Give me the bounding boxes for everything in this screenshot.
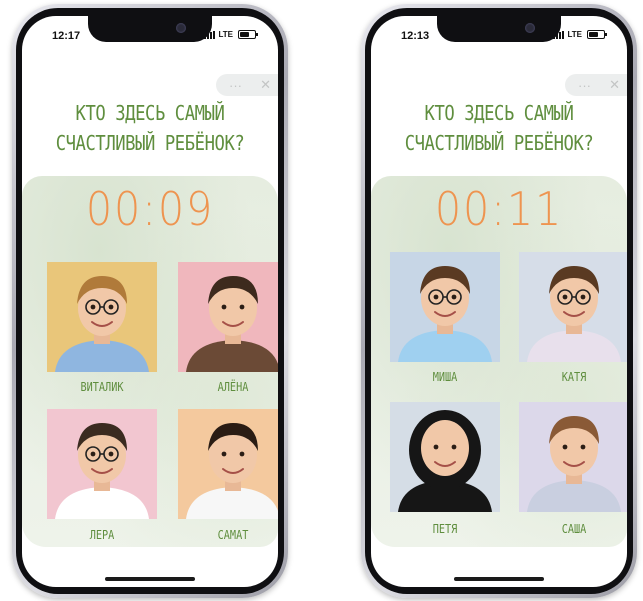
child-eye-right (108, 451, 114, 457)
status-time: 12:17 (52, 30, 81, 42)
phone-frame-left: 12:17 LTE ··· ✕ Кто здесь самый счастлив… (12, 4, 288, 598)
status-time: 12:13 (401, 30, 430, 42)
phone-screen: 12:17 LTE ··· ✕ Кто здесь самый счастлив… (22, 16, 278, 587)
child-eye-left (562, 444, 568, 450)
notch (437, 16, 561, 42)
child-name: Самат (217, 528, 249, 542)
child-name: Виталик (80, 380, 124, 394)
network-label: LTE (567, 30, 582, 39)
battery-icon (587, 30, 607, 39)
child-photo-card[interactable] (178, 409, 278, 519)
child-photo-card[interactable] (178, 262, 278, 372)
child-portrait (178, 262, 278, 372)
child-photo-card[interactable] (47, 262, 157, 372)
child-portrait (178, 409, 278, 519)
child-portrait (519, 402, 627, 512)
phone-frame-right: 12:13 LTE ··· ✕ Кто здесь самый счастлив… (361, 4, 637, 598)
child-portrait (519, 252, 627, 362)
countdown-timer: 00:09 (85, 182, 215, 236)
phone-screen: 12:13 LTE ··· ✕ Кто здесь самый счастлив… (371, 16, 627, 587)
child-name: Миша (432, 370, 458, 384)
child-eye-right (239, 451, 245, 457)
child-face (421, 420, 469, 476)
camera-icon (525, 23, 535, 33)
child-eye-right (451, 294, 457, 300)
child-eye-left (90, 304, 96, 310)
countdown-timer: 00:11 (434, 182, 564, 236)
child-name: Лера (89, 528, 115, 542)
close-icon[interactable]: ✕ (609, 77, 620, 93)
notch (88, 16, 212, 42)
child-name: Петя (432, 522, 458, 536)
battery-icon (238, 30, 258, 39)
close-icon[interactable]: ✕ (260, 77, 271, 93)
mini-app-capsule: ··· ✕ (216, 74, 278, 96)
child-eye-right (580, 444, 586, 450)
child-eye-right (451, 444, 457, 450)
mini-app-capsule: ··· ✕ (565, 74, 627, 96)
child-eye-left (221, 304, 227, 310)
child-portrait (47, 409, 157, 519)
question-title: Кто здесь самый счастливый ребёнок? (55, 101, 245, 155)
child-photo-card[interactable] (519, 252, 627, 362)
network-label: LTE (218, 30, 233, 39)
child-name: Катя (561, 370, 587, 384)
child-eye-left (221, 451, 227, 457)
child-photo-card[interactable] (47, 409, 157, 519)
child-portrait (47, 262, 157, 372)
child-eye-right (108, 304, 114, 310)
child-name: Саша (561, 522, 587, 536)
child-eye-right (580, 294, 586, 300)
home-indicator[interactable] (454, 577, 544, 581)
child-photo-card[interactable] (519, 402, 627, 512)
status-indicators: LTE (553, 30, 607, 39)
child-portrait (390, 252, 500, 362)
camera-icon (176, 23, 186, 33)
child-eye-left (433, 294, 439, 300)
question-title: Кто здесь самый счастливый ребёнок? (404, 101, 594, 155)
child-eye-left (90, 451, 96, 457)
child-photo-card[interactable] (390, 252, 500, 362)
more-icon[interactable]: ··· (229, 78, 242, 93)
child-eye-right (239, 304, 245, 310)
child-eye-left (433, 444, 439, 450)
child-name: Алёна (217, 380, 249, 394)
child-eye-left (562, 294, 568, 300)
child-photo-card[interactable] (390, 402, 500, 512)
child-portrait (390, 402, 500, 512)
more-icon[interactable]: ··· (578, 78, 591, 93)
status-indicators: LTE (204, 30, 258, 39)
home-indicator[interactable] (105, 577, 195, 581)
